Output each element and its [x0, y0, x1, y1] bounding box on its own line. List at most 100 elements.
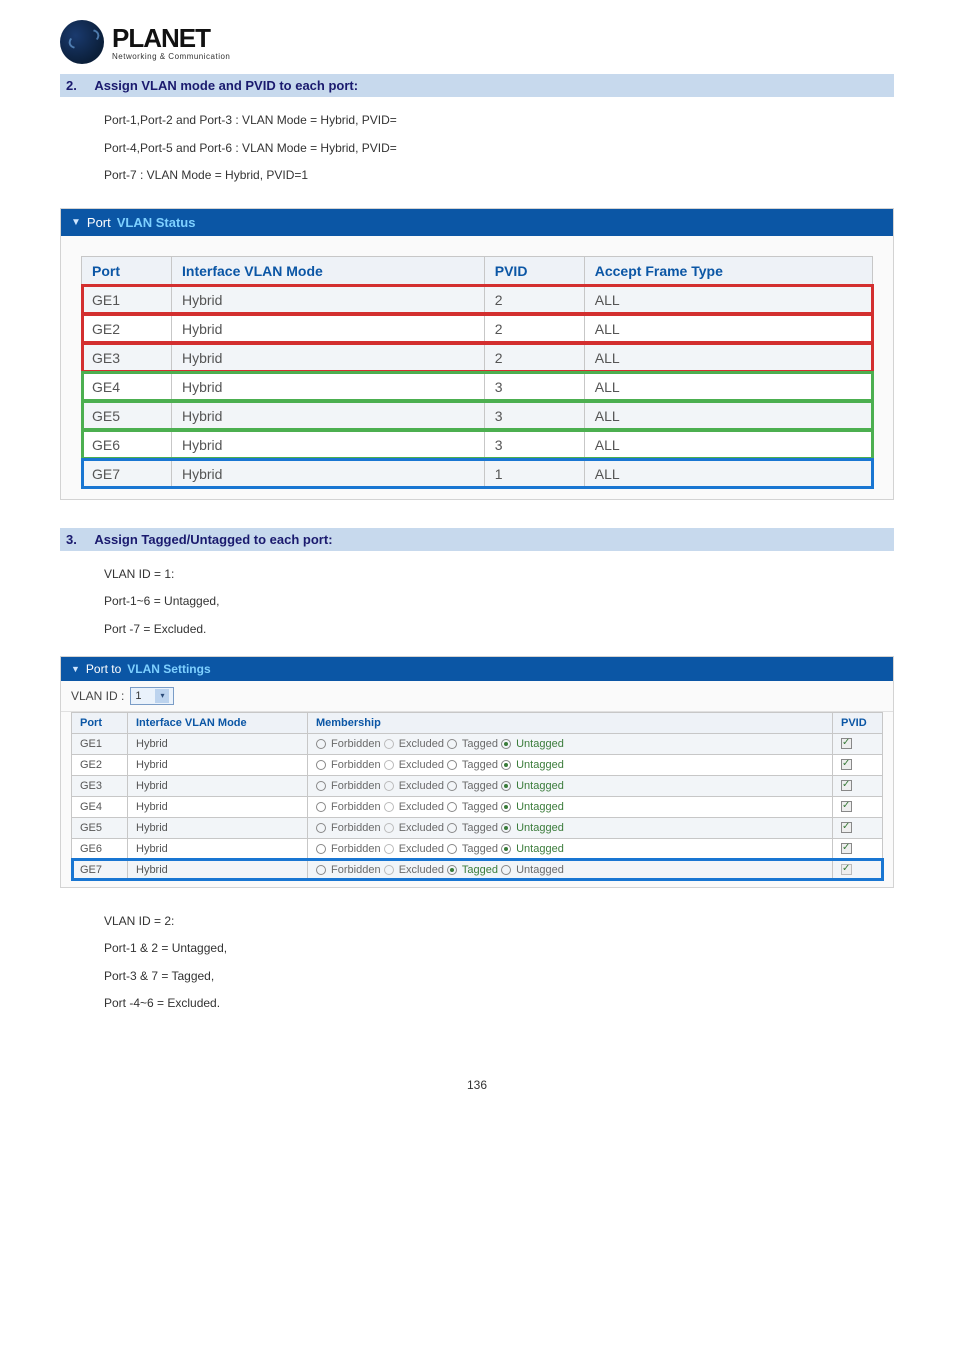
status-title-cyan: VLAN Status	[117, 215, 196, 230]
s2-line-2: Port-4,Port-5 and Port-6 : VLAN Mode = H…	[104, 135, 894, 163]
radio-forbidden[interactable]	[316, 739, 326, 749]
cell-accept: ALL	[584, 430, 872, 459]
radio-excluded[interactable]	[384, 844, 394, 854]
table-row: GE6Hybrid Forbidden Excluded Tagged Unta…	[72, 838, 883, 859]
radio-label-untagged: Untagged	[513, 780, 564, 792]
table-row: GE7Hybrid Forbidden Excluded Tagged Unta…	[72, 859, 883, 880]
radio-label-excluded: Excluded	[396, 759, 447, 771]
s3-line-1: VLAN ID = 1:	[104, 561, 894, 589]
cell-pvid	[833, 817, 883, 838]
radio-excluded[interactable]	[384, 739, 394, 749]
pvid-checkbox[interactable]	[841, 822, 852, 833]
cell-port: GE2	[82, 314, 172, 343]
radio-label-untagged: Untagged	[513, 759, 564, 771]
s2-line-3: Port-7 : VLAN Mode = Hybrid, PVID=1	[104, 162, 894, 190]
cell-membership: Forbidden Excluded Tagged Untagged	[308, 817, 833, 838]
radio-untagged[interactable]	[501, 802, 511, 812]
settings-titlebar[interactable]: ▼ Port to VLAN Settings	[61, 657, 893, 681]
radio-forbidden[interactable]	[316, 844, 326, 854]
radio-label-tagged: Tagged	[459, 801, 501, 813]
brand-text: PLANET	[112, 23, 230, 54]
table-row: GE4Hybrid3ALL	[82, 372, 873, 401]
radio-untagged[interactable]	[501, 844, 511, 854]
cell-pvid: 2	[484, 285, 584, 314]
brand-tagline: Networking & Communication	[112, 52, 230, 61]
radio-tagged[interactable]	[447, 823, 457, 833]
radio-forbidden[interactable]	[316, 823, 326, 833]
radio-tagged[interactable]	[447, 802, 457, 812]
radio-untagged[interactable]	[501, 739, 511, 749]
port-to-vlan-settings-panel: ▼ Port to VLAN Settings VLAN ID : 1 ▾ Po…	[60, 656, 894, 888]
radio-excluded[interactable]	[384, 802, 394, 812]
logo: PLANET Networking & Communication	[60, 20, 894, 64]
s3-line-2: Port-1~6 = Untagged,	[104, 588, 894, 616]
cell-port: GE4	[72, 796, 128, 817]
vlan-id-row: VLAN ID : 1 ▾	[61, 681, 893, 712]
col2-membership: Membership	[308, 712, 833, 733]
pvid-checkbox[interactable]	[841, 843, 852, 854]
radio-label-untagged: Untagged	[513, 801, 564, 813]
radio-tagged[interactable]	[447, 781, 457, 791]
section-2-title: Assign VLAN mode and PVID to each port:	[94, 78, 358, 93]
radio-label-untagged: Untagged	[513, 738, 564, 750]
radio-excluded[interactable]	[384, 865, 394, 875]
settings-title-white: Port to	[86, 662, 121, 676]
table-row: GE2Hybrid2ALL	[82, 314, 873, 343]
caret-down-icon: ▼	[71, 664, 80, 674]
radio-label-forbidden: Forbidden	[328, 864, 384, 876]
radio-untagged[interactable]	[501, 760, 511, 770]
radio-label-tagged: Tagged	[459, 822, 501, 834]
cell-port: GE5	[72, 817, 128, 838]
radio-excluded[interactable]	[384, 781, 394, 791]
radio-label-forbidden: Forbidden	[328, 759, 384, 771]
after3-line-3: Port-3 & 7 = Tagged,	[104, 963, 894, 991]
after3-line-1: VLAN ID = 2:	[104, 908, 894, 936]
pvid-checkbox[interactable]	[841, 780, 852, 791]
radio-untagged[interactable]	[501, 865, 511, 875]
section-2-num: 2.	[66, 78, 77, 93]
radio-tagged[interactable]	[447, 844, 457, 854]
cell-port: GE1	[82, 285, 172, 314]
caret-down-icon: ▼	[71, 217, 81, 228]
after3-line-2: Port-1 & 2 = Untagged,	[104, 935, 894, 963]
cell-mode: Hybrid	[128, 817, 308, 838]
cell-pvid	[833, 775, 883, 796]
radio-label-excluded: Excluded	[396, 780, 447, 792]
radio-label-tagged: Tagged	[459, 843, 501, 855]
radio-tagged[interactable]	[447, 760, 457, 770]
after3-line-4: Port -4~6 = Excluded.	[104, 990, 894, 1018]
table-row: GE4Hybrid Forbidden Excluded Tagged Unta…	[72, 796, 883, 817]
cell-mode: Hybrid	[172, 285, 485, 314]
radio-forbidden[interactable]	[316, 802, 326, 812]
radio-forbidden[interactable]	[316, 760, 326, 770]
pvid-checkbox[interactable]	[841, 738, 852, 749]
table-row: GE1Hybrid Forbidden Excluded Tagged Unta…	[72, 733, 883, 754]
pvid-checkbox[interactable]	[841, 801, 852, 812]
section-3-num: 3.	[66, 532, 77, 547]
radio-label-excluded: Excluded	[396, 864, 447, 876]
dropdown-arrow-icon: ▾	[155, 689, 169, 703]
table-row: GE7Hybrid1ALL	[82, 459, 873, 488]
radio-tagged[interactable]	[447, 739, 457, 749]
radio-excluded[interactable]	[384, 823, 394, 833]
vlan-id-dropdown[interactable]: 1 ▾	[130, 687, 174, 705]
radio-label-excluded: Excluded	[396, 738, 447, 750]
radio-excluded[interactable]	[384, 760, 394, 770]
cell-membership: Forbidden Excluded Tagged Untagged	[308, 796, 833, 817]
cell-membership: Forbidden Excluded Tagged Untagged	[308, 838, 833, 859]
cell-mode: Hybrid	[128, 775, 308, 796]
cell-pvid: 3	[484, 430, 584, 459]
cell-pvid	[833, 859, 883, 880]
radio-untagged[interactable]	[501, 823, 511, 833]
radio-untagged[interactable]	[501, 781, 511, 791]
radio-tagged[interactable]	[447, 865, 457, 875]
pvid-checkbox[interactable]	[841, 759, 852, 770]
cell-port: GE6	[72, 838, 128, 859]
radio-forbidden[interactable]	[316, 781, 326, 791]
col-accept: Accept Frame Type	[584, 256, 872, 285]
port-vlan-status-titlebar[interactable]: ▼ Port VLAN Status	[61, 209, 893, 236]
cell-port: GE1	[72, 733, 128, 754]
radio-forbidden[interactable]	[316, 865, 326, 875]
cell-mode: Hybrid	[128, 859, 308, 880]
table-row: GE1Hybrid2ALL	[82, 285, 873, 314]
